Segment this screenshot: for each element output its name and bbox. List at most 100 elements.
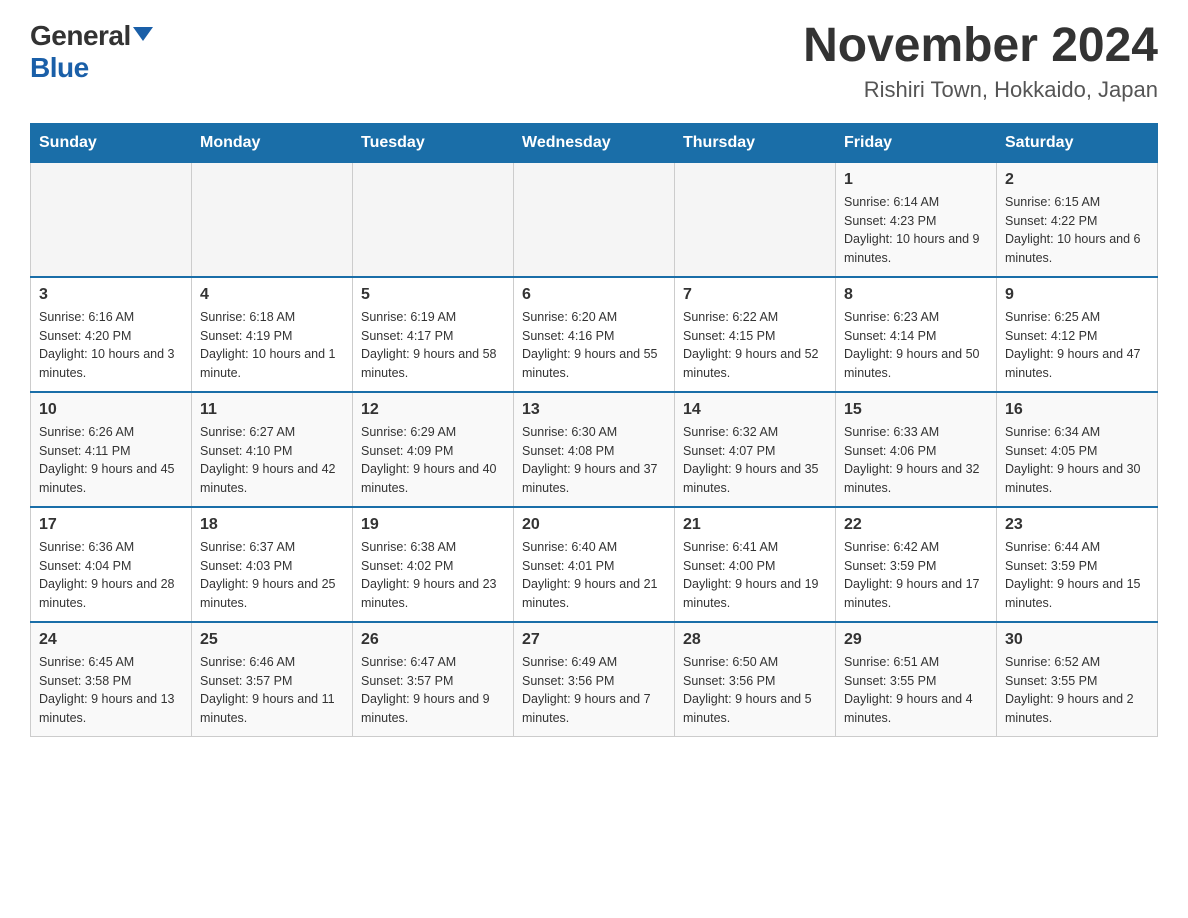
- day-number: 23: [1005, 516, 1149, 534]
- weekday-header-wednesday: Wednesday: [514, 123, 675, 162]
- day-info: Sunrise: 6:32 AM Sunset: 4:07 PM Dayligh…: [683, 423, 827, 498]
- day-number: 16: [1005, 401, 1149, 419]
- weekday-header-friday: Friday: [836, 123, 997, 162]
- day-number: 12: [361, 401, 505, 419]
- calendar-cell: 19 Sunrise: 6:38 AM Sunset: 4:02 PM Dayli…: [353, 507, 514, 622]
- day-info: Sunrise: 6:46 AM Sunset: 3:57 PM Dayligh…: [200, 653, 344, 728]
- day-number: 11: [200, 401, 344, 419]
- location-title: Rishiri Town, Hokkaido, Japan: [803, 77, 1158, 103]
- day-info: Sunrise: 6:44 AM Sunset: 3:59 PM Dayligh…: [1005, 538, 1149, 613]
- weekday-header-thursday: Thursday: [675, 123, 836, 162]
- day-info: Sunrise: 6:26 AM Sunset: 4:11 PM Dayligh…: [39, 423, 183, 498]
- calendar-cell: 5Sunrise: 6:19 AM Sunset: 4:17 PM Daylig…: [353, 277, 514, 392]
- day-info: Sunrise: 6:29 AM Sunset: 4:09 PM Dayligh…: [361, 423, 505, 498]
- logo-blue-text: Blue: [30, 52, 89, 84]
- calendar-cell: 17 Sunrise: 6:36 AM Sunset: 4:04 PM Dayli…: [31, 507, 192, 622]
- calendar-cell: 21 Sunrise: 6:41 AM Sunset: 4:00 PM Dayli…: [675, 507, 836, 622]
- calendar-cell: 18Sunrise: 6:37 AM Sunset: 4:03 PM Dayli…: [192, 507, 353, 622]
- day-number: 21: [683, 516, 827, 534]
- calendar-cell: [353, 162, 514, 277]
- day-number: 19: [361, 516, 505, 534]
- day-info: Sunrise: 6:47 AM Sunset: 3:57 PM Dayligh…: [361, 653, 505, 728]
- day-info: Sunrise: 6:19 AM Sunset: 4:17 PM Dayligh…: [361, 308, 505, 383]
- calendar-cell: [675, 162, 836, 277]
- day-info: Sunrise: 6:25 AM Sunset: 4:12 PM Dayligh…: [1005, 308, 1149, 383]
- day-number: 28: [683, 631, 827, 649]
- calendar-cell: 22Sunrise: 6:42 AM Sunset: 3:59 PM Dayli…: [836, 507, 997, 622]
- day-info: Sunrise: 6:49 AM Sunset: 3:56 PM Dayligh…: [522, 653, 666, 728]
- logo-triangle-icon: [133, 27, 153, 41]
- day-number: 17: [39, 516, 183, 534]
- day-info: Sunrise: 6:33 AM Sunset: 4:06 PM Dayligh…: [844, 423, 988, 498]
- calendar-cell: [31, 162, 192, 277]
- day-number: 26: [361, 631, 505, 649]
- day-info: Sunrise: 6:30 AM Sunset: 4:08 PM Dayligh…: [522, 423, 666, 498]
- calendar-cell: 28 Sunrise: 6:50 AM Sunset: 3:56 PM Dayli…: [675, 622, 836, 737]
- day-number: 25: [200, 631, 344, 649]
- day-info: Sunrise: 6:45 AM Sunset: 3:58 PM Dayligh…: [39, 653, 183, 728]
- day-number: 24: [39, 631, 183, 649]
- day-info: Sunrise: 6:34 AM Sunset: 4:05 PM Dayligh…: [1005, 423, 1149, 498]
- calendar-cell: 23 Sunrise: 6:44 AM Sunset: 3:59 PM Dayli…: [997, 507, 1158, 622]
- calendar-cell: 10 Sunrise: 6:26 AM Sunset: 4:11 PM Dayli…: [31, 392, 192, 507]
- day-info: Sunrise: 6:41 AM Sunset: 4:00 PM Dayligh…: [683, 538, 827, 613]
- day-info: Sunrise: 6:50 AM Sunset: 3:56 PM Dayligh…: [683, 653, 827, 728]
- day-number: 10: [39, 401, 183, 419]
- calendar-cell: 2 Sunrise: 6:15 AM Sunset: 4:22 PM Daylig…: [997, 162, 1158, 277]
- calendar-cell: 3 Sunrise: 6:16 AM Sunset: 4:20 PM Daylig…: [31, 277, 192, 392]
- day-info: Sunrise: 6:14 AM Sunset: 4:23 PM Dayligh…: [844, 193, 988, 268]
- calendar-cell: 13Sunrise: 6:30 AM Sunset: 4:08 PM Dayli…: [514, 392, 675, 507]
- logo: General Blue: [30, 20, 153, 84]
- day-number: 30: [1005, 631, 1149, 649]
- calendar-cell: 1 Sunrise: 6:14 AM Sunset: 4:23 PM Daylig…: [836, 162, 997, 277]
- calendar-cell: 8Sunrise: 6:23 AM Sunset: 4:14 PM Daylig…: [836, 277, 997, 392]
- day-info: Sunrise: 6:15 AM Sunset: 4:22 PM Dayligh…: [1005, 193, 1149, 268]
- title-section: November 2024 Rishiri Town, Hokkaido, Ja…: [803, 20, 1158, 103]
- calendar-cell: 26 Sunrise: 6:47 AM Sunset: 3:57 PM Dayli…: [353, 622, 514, 737]
- day-number: 27: [522, 631, 666, 649]
- day-info: Sunrise: 6:40 AM Sunset: 4:01 PM Dayligh…: [522, 538, 666, 613]
- calendar-cell: [514, 162, 675, 277]
- calendar-cell: 15 Sunrise: 6:33 AM Sunset: 4:06 PM Dayli…: [836, 392, 997, 507]
- day-number: 29: [844, 631, 988, 649]
- day-number: 20: [522, 516, 666, 534]
- calendar-header-row: SundayMondayTuesdayWednesdayThursdayFrid…: [31, 123, 1158, 162]
- day-number: 2: [1005, 171, 1149, 189]
- calendar-table: SundayMondayTuesdayWednesdayThursdayFrid…: [30, 123, 1158, 737]
- calendar-week-2: 3 Sunrise: 6:16 AM Sunset: 4:20 PM Daylig…: [31, 277, 1158, 392]
- day-info: Sunrise: 6:16 AM Sunset: 4:20 PM Dayligh…: [39, 308, 183, 383]
- day-info: Sunrise: 6:36 AM Sunset: 4:04 PM Dayligh…: [39, 538, 183, 613]
- day-info: Sunrise: 6:23 AM Sunset: 4:14 PM Dayligh…: [844, 308, 988, 383]
- calendar-cell: 20 Sunrise: 6:40 AM Sunset: 4:01 PM Dayli…: [514, 507, 675, 622]
- calendar-week-4: 17 Sunrise: 6:36 AM Sunset: 4:04 PM Dayli…: [31, 507, 1158, 622]
- calendar-cell: 11Sunrise: 6:27 AM Sunset: 4:10 PM Dayli…: [192, 392, 353, 507]
- day-number: 6: [522, 286, 666, 304]
- weekday-header-sunday: Sunday: [31, 123, 192, 162]
- calendar-cell: 30 Sunrise: 6:52 AM Sunset: 3:55 PM Dayli…: [997, 622, 1158, 737]
- weekday-header-saturday: Saturday: [997, 123, 1158, 162]
- calendar-cell: 4Sunrise: 6:18 AM Sunset: 4:19 PM Daylig…: [192, 277, 353, 392]
- day-number: 3: [39, 286, 183, 304]
- calendar-week-3: 10 Sunrise: 6:26 AM Sunset: 4:11 PM Dayli…: [31, 392, 1158, 507]
- calendar-cell: [192, 162, 353, 277]
- day-number: 4: [200, 286, 344, 304]
- day-number: 15: [844, 401, 988, 419]
- month-title: November 2024: [803, 20, 1158, 73]
- calendar-week-5: 24 Sunrise: 6:45 AM Sunset: 3:58 PM Dayli…: [31, 622, 1158, 737]
- calendar-cell: 14 Sunrise: 6:32 AM Sunset: 4:07 PM Dayli…: [675, 392, 836, 507]
- day-number: 1: [844, 171, 988, 189]
- day-info: Sunrise: 6:38 AM Sunset: 4:02 PM Dayligh…: [361, 538, 505, 613]
- weekday-header-tuesday: Tuesday: [353, 123, 514, 162]
- calendar-week-1: 1 Sunrise: 6:14 AM Sunset: 4:23 PM Daylig…: [31, 162, 1158, 277]
- calendar-cell: 16 Sunrise: 6:34 AM Sunset: 4:05 PM Dayli…: [997, 392, 1158, 507]
- calendar-cell: 7Sunrise: 6:22 AM Sunset: 4:15 PM Daylig…: [675, 277, 836, 392]
- day-number: 14: [683, 401, 827, 419]
- calendar-cell: 9Sunrise: 6:25 AM Sunset: 4:12 PM Daylig…: [997, 277, 1158, 392]
- calendar-cell: 25 Sunrise: 6:46 AM Sunset: 3:57 PM Dayli…: [192, 622, 353, 737]
- day-info: Sunrise: 6:52 AM Sunset: 3:55 PM Dayligh…: [1005, 653, 1149, 728]
- day-info: Sunrise: 6:51 AM Sunset: 3:55 PM Dayligh…: [844, 653, 988, 728]
- weekday-header-monday: Monday: [192, 123, 353, 162]
- page-header: General Blue November 2024 Rishiri Town,…: [30, 20, 1158, 103]
- day-info: Sunrise: 6:42 AM Sunset: 3:59 PM Dayligh…: [844, 538, 988, 613]
- day-info: Sunrise: 6:37 AM Sunset: 4:03 PM Dayligh…: [200, 538, 344, 613]
